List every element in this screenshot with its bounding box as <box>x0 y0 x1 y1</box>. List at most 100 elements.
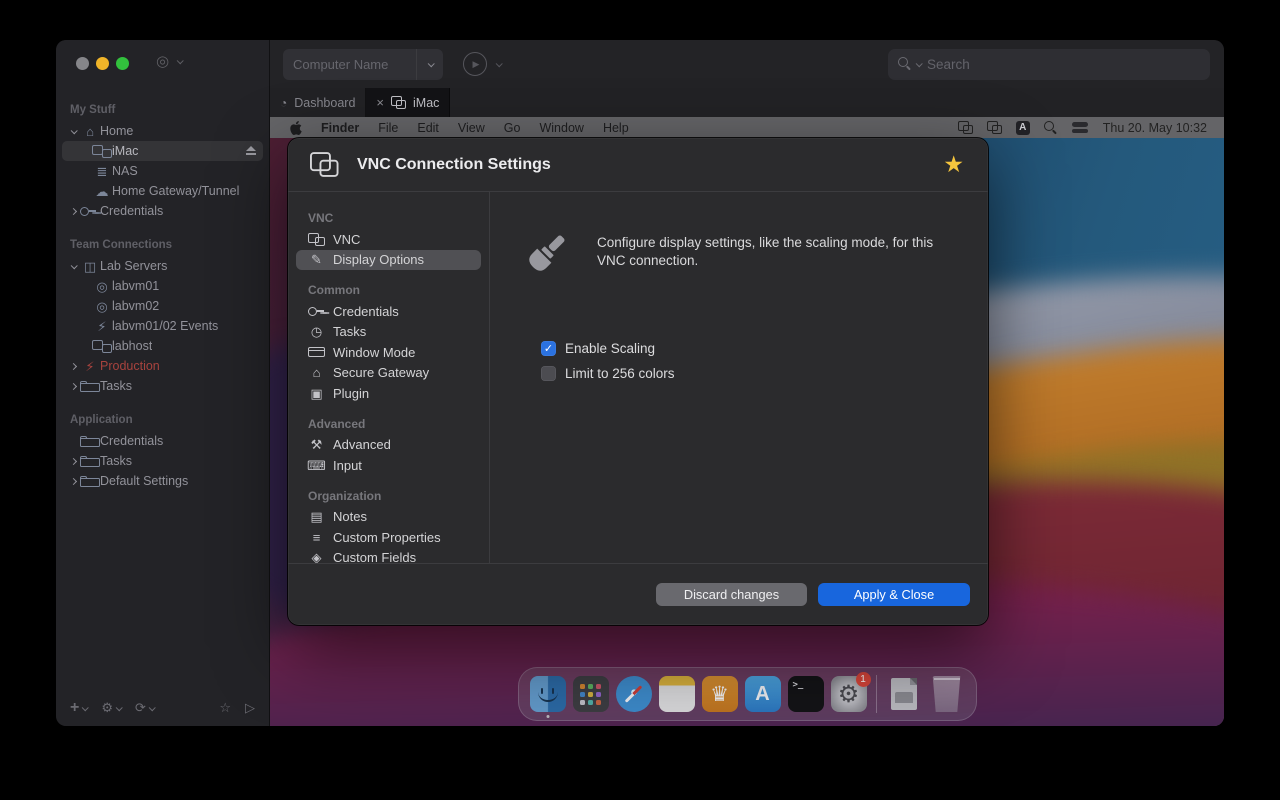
sidebar-item-labvm02[interactable]: ◎labvm02 <box>62 296 263 316</box>
dialog-nav-item-plugin[interactable]: ▣Plugin <box>296 383 481 404</box>
dialog-nav-item-vnc[interactable]: VNC <box>296 229 481 250</box>
sidebar-item-label: labvm01 <box>112 279 159 293</box>
apply-close-button[interactable]: Apply & Close <box>818 583 970 606</box>
menubar-menu-view[interactable]: View <box>458 121 485 135</box>
close-window-button[interactable] <box>76 57 89 70</box>
dialog-nav-item-advanced[interactable]: ⚒Advanced <box>296 435 481 456</box>
sidebar-item-labvm01[interactable]: ◎labvm01 <box>62 276 263 296</box>
tag-icon: ◈ <box>308 551 325 563</box>
launchpad-app-icon <box>573 676 609 712</box>
dialog-nav-label: Custom Fields <box>333 550 416 563</box>
menubar-menu-go[interactable]: Go <box>504 121 521 135</box>
control-center-icon[interactable] <box>1072 122 1089 133</box>
sidebar-item-labhost[interactable]: labhost <box>62 336 263 356</box>
spotlight-icon[interactable] <box>1044 121 1058 135</box>
dialog-nav-section-title: Advanced <box>296 404 481 435</box>
menubar-menu-window[interactable]: Window <box>539 121 583 135</box>
menubar-clock[interactable]: Thu 20. May 10:32 <box>1103 121 1207 135</box>
computer-name-placeholder: Computer Name <box>283 57 416 72</box>
chevron-down-icon[interactable] <box>417 62 443 67</box>
chevron-slot[interactable] <box>66 364 80 369</box>
chevron-slot[interactable] <box>66 459 80 464</box>
dock-item-terminal[interactable] <box>788 676 824 712</box>
info-row: Configure display settings, like the sca… <box>518 228 948 287</box>
screens-icon <box>92 145 112 158</box>
sidebar-item-default-settings[interactable]: Default Settings <box>62 471 263 491</box>
notification-badge: 1 <box>856 672 871 687</box>
dialog-nav-item-custom-properties[interactable]: ≡Custom Properties <box>296 527 481 548</box>
tools-icon: ⚒ <box>308 438 325 451</box>
chevron-slot[interactable] <box>66 264 80 269</box>
eject-icon[interactable] <box>245 146 257 156</box>
menubar-menu-help[interactable]: Help <box>603 121 629 135</box>
quick-connect-button[interactable]: ◎ <box>156 52 182 70</box>
checkbox-row-limit-to-256-colors[interactable]: Limit to 256 colors <box>541 366 948 381</box>
sidebar-item-tasks[interactable]: Tasks <box>62 451 263 471</box>
menubar-menu-file[interactable]: File <box>378 121 398 135</box>
favorite-button[interactable]: ☆ <box>219 700 231 716</box>
settings-button[interactable]: ⚙ <box>101 700 121 716</box>
dialog-nav-item-input[interactable]: ⌨Input <box>296 455 481 476</box>
input-source-icon[interactable] <box>1016 121 1030 135</box>
play-icon[interactable]: ▶ <box>463 52 487 76</box>
window-icon <box>308 347 325 357</box>
vnc-connection-icon <box>310 152 339 177</box>
computer-name-select[interactable]: Computer Name <box>283 49 443 80</box>
checkbox-unchecked-icon[interactable] <box>541 366 556 381</box>
menubar-menu-finder[interactable]: Finder <box>321 121 359 135</box>
apple-logo-icon[interactable] <box>290 121 302 135</box>
checkbox-checked-icon[interactable] <box>541 341 556 356</box>
sidebar-item-credentials[interactable]: Credentials <box>62 201 263 221</box>
zoom-window-button[interactable] <box>116 57 129 70</box>
dock-item-document[interactable] <box>886 676 922 712</box>
dock-item-finder[interactable] <box>530 676 566 712</box>
dialog-nav-item-credentials[interactable]: Credentials <box>296 301 481 322</box>
chevron-slot[interactable] <box>66 384 80 389</box>
minimize-window-button[interactable] <box>96 57 109 70</box>
chevron-down-icon[interactable] <box>496 60 503 67</box>
app-window: ◎ My Stuff⌂HomeiMac≣NAS☁Home Gateway/Tun… <box>56 40 1224 726</box>
discard-changes-button[interactable]: Discard changes <box>656 583 807 606</box>
sidebar-item-tasks[interactable]: Tasks <box>62 376 263 396</box>
dock-item-notes[interactable] <box>659 676 695 712</box>
close-tab-icon[interactable]: × <box>376 96 384 109</box>
sync-button[interactable]: ⟳ <box>135 700 154 716</box>
menubar-menu-edit[interactable]: Edit <box>417 121 439 135</box>
chevron-slot[interactable] <box>66 209 80 214</box>
sidebar-item-nas[interactable]: ≣NAS <box>62 161 263 181</box>
dialog-nav-item-secure-gateway[interactable]: ⌂Secure Gateway <box>296 363 481 384</box>
dialog-nav-item-display-options[interactable]: ✎Display Options <box>296 250 481 271</box>
dialog-nav-item-tasks[interactable]: ◷Tasks <box>296 322 481 343</box>
connect-button[interactable]: ▷ <box>245 700 255 716</box>
dialog-nav-item-notes[interactable]: ▤Notes <box>296 507 481 528</box>
sidebar-item-labvm01-02-events[interactable]: ⚡labvm01/02 Events <box>62 316 263 336</box>
chevron-slot[interactable] <box>66 479 80 484</box>
tab-dashboard[interactable]: ◔Dashboard <box>270 88 366 117</box>
mission-control-icon[interactable] <box>987 121 1002 134</box>
home-icon: ⌂ <box>80 125 100 138</box>
checkbox-row-enable-scaling[interactable]: Enable Scaling <box>541 341 948 356</box>
add-button[interactable]: + <box>70 700 87 716</box>
dock-item-launchpad[interactable] <box>573 676 609 712</box>
dialog-nav-item-window-mode[interactable]: Window Mode <box>296 342 481 363</box>
sidebar-item-home[interactable]: ⌂Home <box>62 121 263 141</box>
sidebar-item-credentials[interactable]: Credentials <box>62 431 263 451</box>
dock-item-appstore[interactable] <box>745 676 781 712</box>
dock-item-safari[interactable] <box>616 676 652 712</box>
search-field[interactable] <box>888 49 1210 80</box>
sidebar-footer: + ⚙ ⟳ ☆ ▷ <box>56 690 269 726</box>
mission-control-icon[interactable] <box>958 121 973 134</box>
dock-item-royaltsx[interactable]: ♛ <box>702 676 738 712</box>
favorite-star-icon[interactable]: ★ <box>943 153 964 176</box>
sidebar-item-home-gateway-tunnel[interactable]: ☁Home Gateway/Tunnel <box>62 181 263 201</box>
dialog-nav-label: Tasks <box>333 324 366 339</box>
sidebar-item-imac[interactable]: iMac <box>62 141 263 161</box>
chevron-slot[interactable] <box>66 129 80 134</box>
search-input[interactable] <box>925 56 1200 73</box>
sidebar-item-lab-servers[interactable]: ◫Lab Servers <box>62 256 263 276</box>
dialog-nav-item-custom-fields[interactable]: ◈ Custom Fields <box>296 548 481 564</box>
tab-imac[interactable]: ×iMac <box>366 88 450 117</box>
sidebar-item-production[interactable]: ⚡Production <box>62 356 263 376</box>
dock-item-system-preferences[interactable]: ⚙1 <box>831 676 867 712</box>
dock-item-trash[interactable] <box>929 676 965 712</box>
